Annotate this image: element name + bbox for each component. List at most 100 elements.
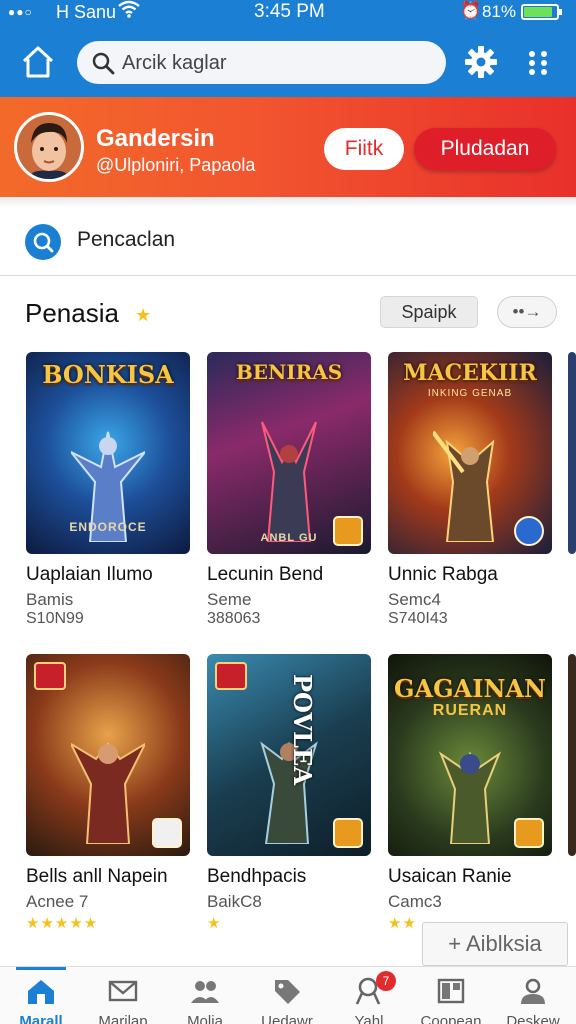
nav-layout[interactable]: Coopean	[410, 967, 492, 1024]
nav-label: Marall	[19, 1013, 63, 1024]
add-floating-button[interactable]: + Aiblksia	[422, 922, 568, 966]
status-bar: ●●○ H Sanu 3:45 PM ⏰ 81%	[0, 0, 576, 24]
app-grid-button[interactable]	[526, 50, 550, 76]
card-title: Usaican Ranie	[388, 866, 512, 887]
nav-label: Uedawr	[261, 1013, 313, 1024]
section-title: Penasia	[25, 298, 119, 328]
cover-subtitle: INKING GENAB	[427, 388, 513, 399]
card-subtitle: Bamis	[26, 590, 74, 609]
cover-title: BONKISA	[42, 360, 174, 389]
card-title: Uaplaian Ilumo	[26, 564, 153, 585]
publisher-badge-icon	[215, 662, 247, 690]
divider	[0, 197, 576, 207]
nav-label: Coopean	[420, 1013, 482, 1024]
search-circle-icon	[25, 224, 61, 260]
section-filter-button[interactable]: Spaipk	[380, 296, 478, 328]
nav-label: Deskew	[506, 1013, 560, 1024]
cover-footer: ENDOROCE	[69, 520, 147, 534]
card-subtitle: Acnee 7	[26, 892, 89, 911]
search-icon	[91, 51, 115, 75]
nav-label: Marilap	[98, 1013, 148, 1024]
game-cover[interactable]	[26, 654, 190, 856]
cover-title: GAGAINAN	[394, 674, 546, 703]
filter-row[interactable]: Pencaclan	[0, 210, 576, 276]
card-price: S10N99	[26, 610, 84, 627]
card-rating-stars: ★★	[388, 915, 417, 932]
publisher-badge-icon	[34, 662, 66, 690]
notification-badge: 7	[376, 971, 396, 991]
signal-icon: ●●○	[8, 5, 33, 19]
cover-title: MACEKIIR	[403, 360, 537, 386]
card-price: 388063	[207, 610, 261, 627]
card-subtitle: BaikC8	[207, 892, 262, 911]
nav-tag[interactable]: Uedawr	[246, 967, 328, 1024]
game-cover[interactable]	[568, 654, 576, 856]
wifi-icon	[118, 0, 140, 23]
card-rating-stars: ★	[207, 915, 222, 932]
card-title: Bendhpacis	[207, 866, 307, 887]
active-indicator	[16, 967, 66, 970]
cover-title: POVLEA	[288, 674, 317, 785]
rating-badge-icon	[514, 516, 544, 546]
rating-badge-icon	[514, 818, 544, 848]
carrier-label: H Sanu	[56, 2, 117, 22]
filter-label: Pencaclan	[77, 228, 176, 251]
app-header: ●●○ H Sanu 3:45 PM ⏰ 81% Arcik kaglar	[0, 0, 576, 97]
card-subtitle: Camc3	[388, 892, 442, 911]
nav-people[interactable]: Molia	[164, 967, 246, 1024]
rating-badge-icon	[152, 818, 182, 848]
hero-figure-image	[438, 751, 502, 844]
search-placeholder: Arcik kaglar	[122, 52, 227, 74]
game-cover[interactable]: GAGAINAN RUERAN	[388, 654, 552, 856]
rating-badge-icon	[333, 818, 363, 848]
search-bar[interactable]: Arcik kaglar	[77, 41, 446, 84]
profile-handle: @Ulploniri, Papaola	[96, 155, 256, 175]
tag-icon	[275, 980, 300, 1004]
nav-home[interactable]: Marall	[0, 967, 82, 1024]
game-cover[interactable]: MACEKIIR INKING GENAB	[388, 352, 552, 554]
game-cover[interactable]: BENIRAS ANBL GU	[207, 352, 371, 554]
battery-percent: 81%	[482, 2, 517, 21]
card-price: S740I43	[388, 610, 448, 627]
alarm-icon: ⏰	[460, 1, 482, 20]
hero-figure-image	[71, 742, 145, 844]
nav-pin[interactable]: 7 Yahl	[328, 967, 410, 1024]
status-time: 3:45 PM	[254, 1, 325, 22]
follow-button[interactable]: Fiitk	[324, 128, 404, 170]
card-title: Unnic Rabga	[388, 564, 498, 585]
nav-profile[interactable]: Deskew	[492, 967, 574, 1024]
hero-figure-image	[433, 430, 495, 542]
star-icon: ★	[135, 305, 152, 325]
card-subtitle: Seme	[207, 590, 252, 609]
cover-footer: ANBL GU	[260, 532, 318, 544]
game-cover[interactable]: POVLEA	[207, 654, 371, 856]
person-icon	[521, 978, 545, 1004]
cover-title: BENIRAS	[235, 360, 343, 384]
card-title: Bells anll Napein	[26, 866, 168, 887]
card-title: Lecunin Bend	[207, 564, 324, 585]
nav-mail[interactable]: Marilap	[82, 967, 164, 1024]
card-subtitle: Semc4	[388, 590, 441, 609]
bottom-navigation: Marall Marilap Molia Uedawr 7 Yahl Coope…	[0, 966, 576, 1024]
game-cover[interactable]: BONKISA ENDOROCE	[26, 352, 190, 554]
mail-icon	[108, 980, 138, 1002]
gear-icon	[465, 46, 497, 78]
see-more-button[interactable]: ••→	[497, 296, 557, 328]
nav-label: Yahl	[354, 1013, 384, 1024]
profile-name: Gandersin	[96, 125, 215, 152]
layout-icon	[437, 978, 465, 1004]
home-button[interactable]	[20, 44, 56, 80]
people-icon	[191, 981, 219, 1003]
grid-dots-icon	[529, 51, 547, 75]
settings-button[interactable]	[464, 45, 498, 79]
battery-icon	[521, 4, 562, 20]
game-cover[interactable]	[568, 352, 576, 554]
home-icon	[22, 46, 54, 78]
hero-figure-image	[261, 421, 317, 542]
cover-subtitle: RUERAN	[432, 702, 508, 719]
card-rating-stars: ★★★★★	[26, 915, 99, 932]
profile-banner: Gandersin @Ulploniri, Papaola Fiitk Plud…	[0, 97, 576, 197]
primary-action-button[interactable]: Pludadan	[414, 128, 556, 170]
avatar[interactable]	[14, 112, 84, 182]
nav-label: Molia	[187, 1013, 223, 1024]
